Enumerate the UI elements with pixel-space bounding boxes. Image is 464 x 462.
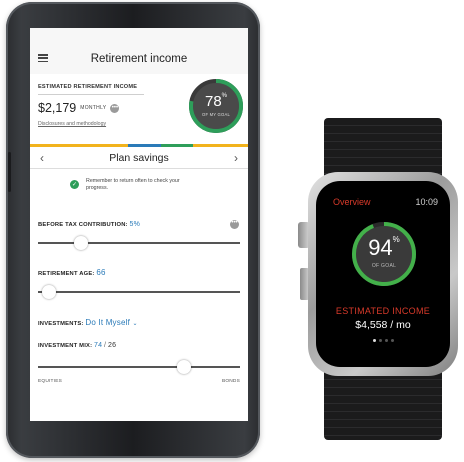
slider-thumb[interactable] xyxy=(73,236,88,250)
watch-goal-caption: OF GOAL xyxy=(371,263,397,269)
goal-percent: 78% xyxy=(204,93,228,110)
watch-goal-percent: 94% xyxy=(368,235,400,260)
watch-estimated-label: ESTIMATED INCOME xyxy=(335,306,431,316)
watch-band-bottom xyxy=(324,372,442,440)
check-circle-icon: ✓ xyxy=(70,180,79,189)
smartphone-device: Retirement income ESTIMATED RETIREMENT I… xyxy=(6,2,260,458)
watch-band-top xyxy=(324,118,442,180)
section-navigator: ‹ Plan savings › xyxy=(30,147,248,169)
watch-header: Overview 10:09 xyxy=(316,197,450,209)
phone-side-button xyxy=(8,152,11,192)
investment-mix-label: INVESTMENT MIX: 74 / 26 xyxy=(38,342,117,349)
contribution-slider[interactable] xyxy=(38,236,240,250)
income-summary: ESTIMATED RETIREMENT INCOME $2,179 MONTH… xyxy=(30,74,248,144)
phone-screen: Retirement income ESTIMATED RETIREMENT I… xyxy=(30,28,248,421)
page-indicator xyxy=(316,339,450,342)
status-bar xyxy=(30,28,248,44)
investments-dropdown[interactable]: Do It Myself ⌄ xyxy=(85,318,137,327)
retirement-age-slider[interactable] xyxy=(38,285,240,299)
retirement-age-label: RETIREMENT AGE: 66 xyxy=(38,268,106,277)
watch-time: 10:09 xyxy=(415,197,438,207)
contribution-value: 5% xyxy=(129,221,141,228)
bonds-value: 26 xyxy=(108,342,117,349)
page-dot[interactable] xyxy=(390,339,394,342)
chevron-right-icon[interactable]: › xyxy=(234,151,238,165)
ellipsis-icon[interactable]: ••• xyxy=(230,220,239,229)
slider-track xyxy=(38,242,240,244)
watch-title[interactable]: Overview xyxy=(333,197,371,207)
page-title: Retirement income xyxy=(90,53,188,65)
goal-caption: OF MY GOAL xyxy=(202,112,230,117)
plan-controls: BEFORE TAX CONTRIBUTION: 5% ••• RETIREME… xyxy=(30,207,248,421)
investment-mix-slider[interactable] xyxy=(38,360,240,374)
divider xyxy=(38,94,144,95)
watch-goal-ring: 94% OF GOAL xyxy=(351,221,417,287)
reminder-notice: ✓ Remember to return often to check your… xyxy=(30,169,248,207)
income-amount: $2,179 xyxy=(38,101,77,115)
page-dot[interactable] xyxy=(384,339,388,342)
page-dot[interactable] xyxy=(372,339,376,342)
goal-progress-ring: 78% OF MY GOAL xyxy=(188,78,244,134)
watch-amount: $4,558 / mo xyxy=(355,319,411,331)
product-showcase: Retirement income ESTIMATED RETIREMENT I… xyxy=(0,0,464,462)
bonds-label: BONDS xyxy=(221,379,240,384)
slider-thumb[interactable] xyxy=(41,285,56,299)
retirement-age-value: 66 xyxy=(96,268,106,277)
contribution-label: BEFORE TAX CONTRIBUTION: 5% xyxy=(38,221,141,228)
hamburger-menu-icon[interactable] xyxy=(38,54,48,62)
mix-separator: / xyxy=(104,342,107,349)
chevron-left-icon[interactable]: ‹ xyxy=(40,151,44,165)
chevron-down-icon: ⌄ xyxy=(132,321,138,327)
slider-track xyxy=(38,291,240,293)
app-header: Retirement income xyxy=(30,44,248,74)
slider-thumb[interactable] xyxy=(177,360,192,374)
equities-label: EQUITIES xyxy=(38,379,62,384)
investments-label: INVESTMENTS: Do It Myself ⌄ xyxy=(38,318,138,327)
slider-track xyxy=(38,366,240,368)
income-period: MONTHLY xyxy=(80,105,107,111)
equities-value: 74 xyxy=(94,342,103,349)
section-title: Plan savings xyxy=(109,151,169,164)
reminder-text: Remember to return often to check your p… xyxy=(86,178,180,191)
ellipsis-icon[interactable]: ••• xyxy=(110,103,120,113)
watch-screen: Overview 10:09 94% OF GOAL ESTIMATED INC… xyxy=(316,181,450,367)
page-dot[interactable] xyxy=(378,339,382,342)
